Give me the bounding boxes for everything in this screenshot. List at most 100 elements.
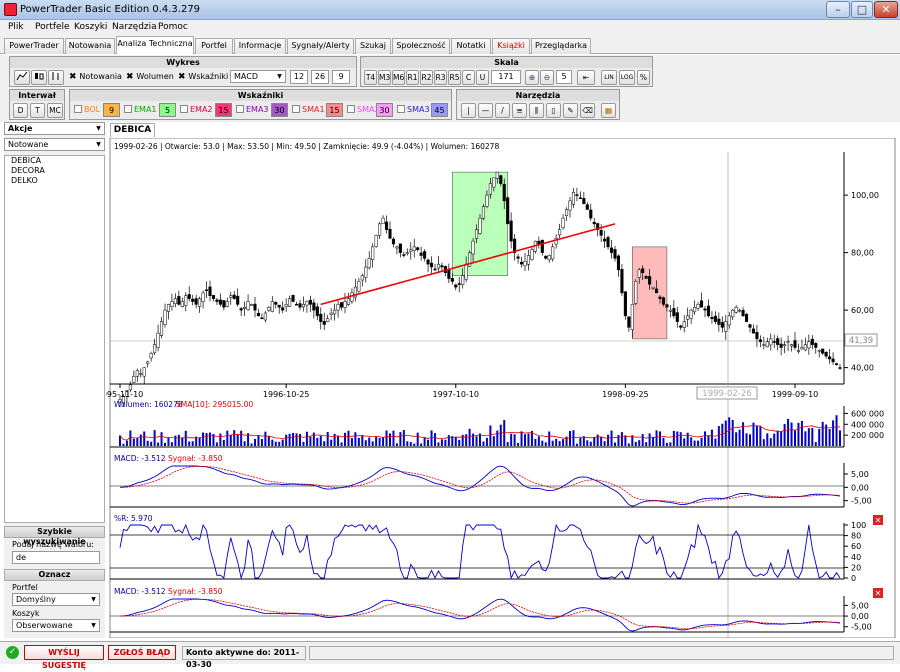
range-u-button[interactable]: U: [476, 70, 489, 85]
rectangle-tool[interactable]: ▯: [546, 103, 561, 118]
volume-bar: [728, 417, 731, 446]
volume-bar: [579, 437, 582, 446]
zoom-in-button[interactable]: ⊕: [525, 70, 539, 85]
sma1-period[interactable]: 15: [326, 103, 343, 117]
tab-przegladarka[interactable]: Przeglądarka: [531, 38, 591, 54]
range-m3-button[interactable]: M3: [378, 70, 391, 85]
eraser-tool[interactable]: ⌫: [580, 103, 595, 118]
tab-ksiazki[interactable]: Książki: [492, 38, 530, 54]
scale-percent-button[interactable]: %: [637, 70, 650, 85]
bar-chart-button[interactable]: [48, 70, 64, 85]
candle-chart-button[interactable]: [31, 70, 47, 85]
zoom-out-button[interactable]: ⊖: [540, 70, 554, 85]
vertical-line-tool[interactable]: |: [461, 103, 476, 118]
ema2-checkbox[interactable]: EMA2: [180, 104, 213, 116]
bol-period[interactable]: 9: [103, 103, 120, 117]
ema1-checkbox[interactable]: EMA1: [124, 104, 157, 116]
fit-range-button[interactable]: ⇤: [577, 70, 595, 85]
range-r3-button[interactable]: R3: [434, 70, 447, 85]
candle-body: [298, 303, 302, 308]
volume-bar: [814, 442, 817, 446]
menu-plik[interactable]: Plik: [8, 22, 24, 32]
portfel-select[interactable]: Domyślny ▼: [12, 593, 100, 606]
tab-sygnaly[interactable]: Sygnały/Alerty: [287, 38, 354, 54]
menu-narzedzia[interactable]: Narzędzia: [112, 22, 157, 32]
scale-lin-button[interactable]: LIN: [601, 70, 617, 85]
line-chart-button[interactable]: [14, 70, 30, 85]
akcje-select[interactable]: Akcje ▼: [4, 122, 105, 135]
chart-canvas[interactable]: 100,00 80,00 60,00 40,00 1995-11-10 1996-10-…: [106, 138, 900, 638]
send-suggestion-button[interactable]: WYŚLIJ SUGESTIĘ: [24, 645, 104, 670]
tab-spolecznosc[interactable]: Społeczność: [392, 38, 450, 54]
candle-body: [661, 297, 666, 305]
stock-list-item[interactable]: DEBICA: [5, 156, 104, 166]
fibonacci-tool[interactable]: ≡: [512, 103, 527, 118]
macd-fast-field[interactable]: 12: [290, 70, 308, 84]
wolumen-checkbox[interactable]: ✖ Wolumen: [126, 71, 174, 83]
ema1-period[interactable]: 5: [159, 103, 176, 117]
ema2-period[interactable]: 15: [215, 103, 232, 117]
filter-select[interactable]: Notowane ▼: [4, 138, 105, 151]
volume-bar: [524, 434, 526, 446]
tab-informacje[interactable]: Informacje: [234, 38, 286, 54]
chart-tab-debica[interactable]: DEBICA: [110, 123, 155, 137]
maximize-button[interactable]: □: [851, 1, 873, 18]
channel-tool[interactable]: ⫼: [529, 103, 544, 118]
stock-list-item[interactable]: DELKO: [5, 176, 104, 186]
range-count-field[interactable]: 171: [491, 70, 521, 84]
candle-body: [831, 358, 835, 363]
tab-notatki[interactable]: Notatki: [451, 38, 491, 54]
range-r2-button[interactable]: R2: [420, 70, 433, 85]
sma3-period[interactable]: 45: [431, 103, 448, 117]
horizontal-line-tool[interactable]: —: [478, 103, 493, 118]
candle-body: [336, 304, 340, 311]
range-t4-button[interactable]: T4: [364, 70, 377, 85]
sma2-checkbox[interactable]: SMA2: [347, 104, 380, 116]
quick-search-input[interactable]: de: [12, 551, 100, 564]
tab-powertrader[interactable]: PowerTrader: [4, 38, 64, 54]
tab-szukaj[interactable]: Szukaj: [355, 38, 391, 54]
ema3-period[interactable]: 30: [271, 103, 288, 117]
range-m6-button[interactable]: M6: [392, 70, 405, 85]
report-bug-button[interactable]: ZGŁOŚ BŁĄD: [108, 645, 176, 660]
range-c-button[interactable]: C: [462, 70, 475, 85]
tab-portfel[interactable]: Portfel: [195, 38, 233, 54]
candle-body: [585, 204, 589, 210]
edit-tool[interactable]: ✎: [563, 103, 578, 118]
menu-koszyki[interactable]: Koszyki: [74, 22, 107, 32]
minimize-button[interactable]: –: [826, 1, 850, 18]
interval-day-button[interactable]: D: [13, 103, 28, 118]
menu-portfele[interactable]: Portfele: [35, 22, 70, 32]
account-status: Konto aktywne do: 2011-03-30: [182, 646, 306, 669]
volume-bar: [735, 432, 738, 446]
macd-tick-label: 0,00: [851, 612, 869, 621]
sma3-checkbox[interactable]: SMA3: [397, 104, 430, 116]
menu-pomoc[interactable]: Pomoc: [158, 22, 188, 32]
trend-line-tool[interactable]: /: [495, 103, 510, 118]
volume-bar: [548, 431, 551, 446]
wskazniki-checkbox[interactable]: ✖ Wskaźniki: [178, 71, 228, 83]
koszyk-select[interactable]: Obserwowane ▼: [12, 619, 100, 632]
ema3-checkbox[interactable]: EMA3: [236, 104, 269, 116]
sma2-period[interactable]: 30: [376, 103, 393, 117]
stock-list-item[interactable]: DECORA: [5, 166, 104, 176]
clear-tool[interactable]: ▦: [601, 103, 616, 118]
zoom-value-field[interactable]: 5: [556, 70, 572, 84]
stock-list[interactable]: DEBICA DECORA DELKO: [4, 155, 105, 523]
tab-notowania[interactable]: Notowania: [65, 38, 115, 54]
indicator-select[interactable]: MACD ▼: [230, 70, 286, 83]
notowania-checkbox[interactable]: ✖ Notowania: [69, 71, 122, 83]
interval-week-button[interactable]: T: [30, 103, 45, 118]
macd-signal-field[interactable]: 9: [332, 70, 350, 84]
volume-bar: [385, 430, 388, 446]
macd-slow-field[interactable]: 26: [311, 70, 329, 84]
range-r1-button[interactable]: R1: [406, 70, 419, 85]
interval-month-button[interactable]: MC: [47, 103, 63, 118]
range-r5-button[interactable]: R5: [448, 70, 461, 85]
candle-body: [236, 295, 240, 305]
tab-analiza-techniczna[interactable]: Analiza Techniczna: [116, 36, 194, 54]
sma1-checkbox[interactable]: SMA1: [292, 104, 325, 116]
bol-checkbox[interactable]: BOL: [74, 104, 100, 116]
scale-log-button[interactable]: LOG: [619, 70, 635, 85]
close-button[interactable]: ✕: [874, 1, 898, 18]
